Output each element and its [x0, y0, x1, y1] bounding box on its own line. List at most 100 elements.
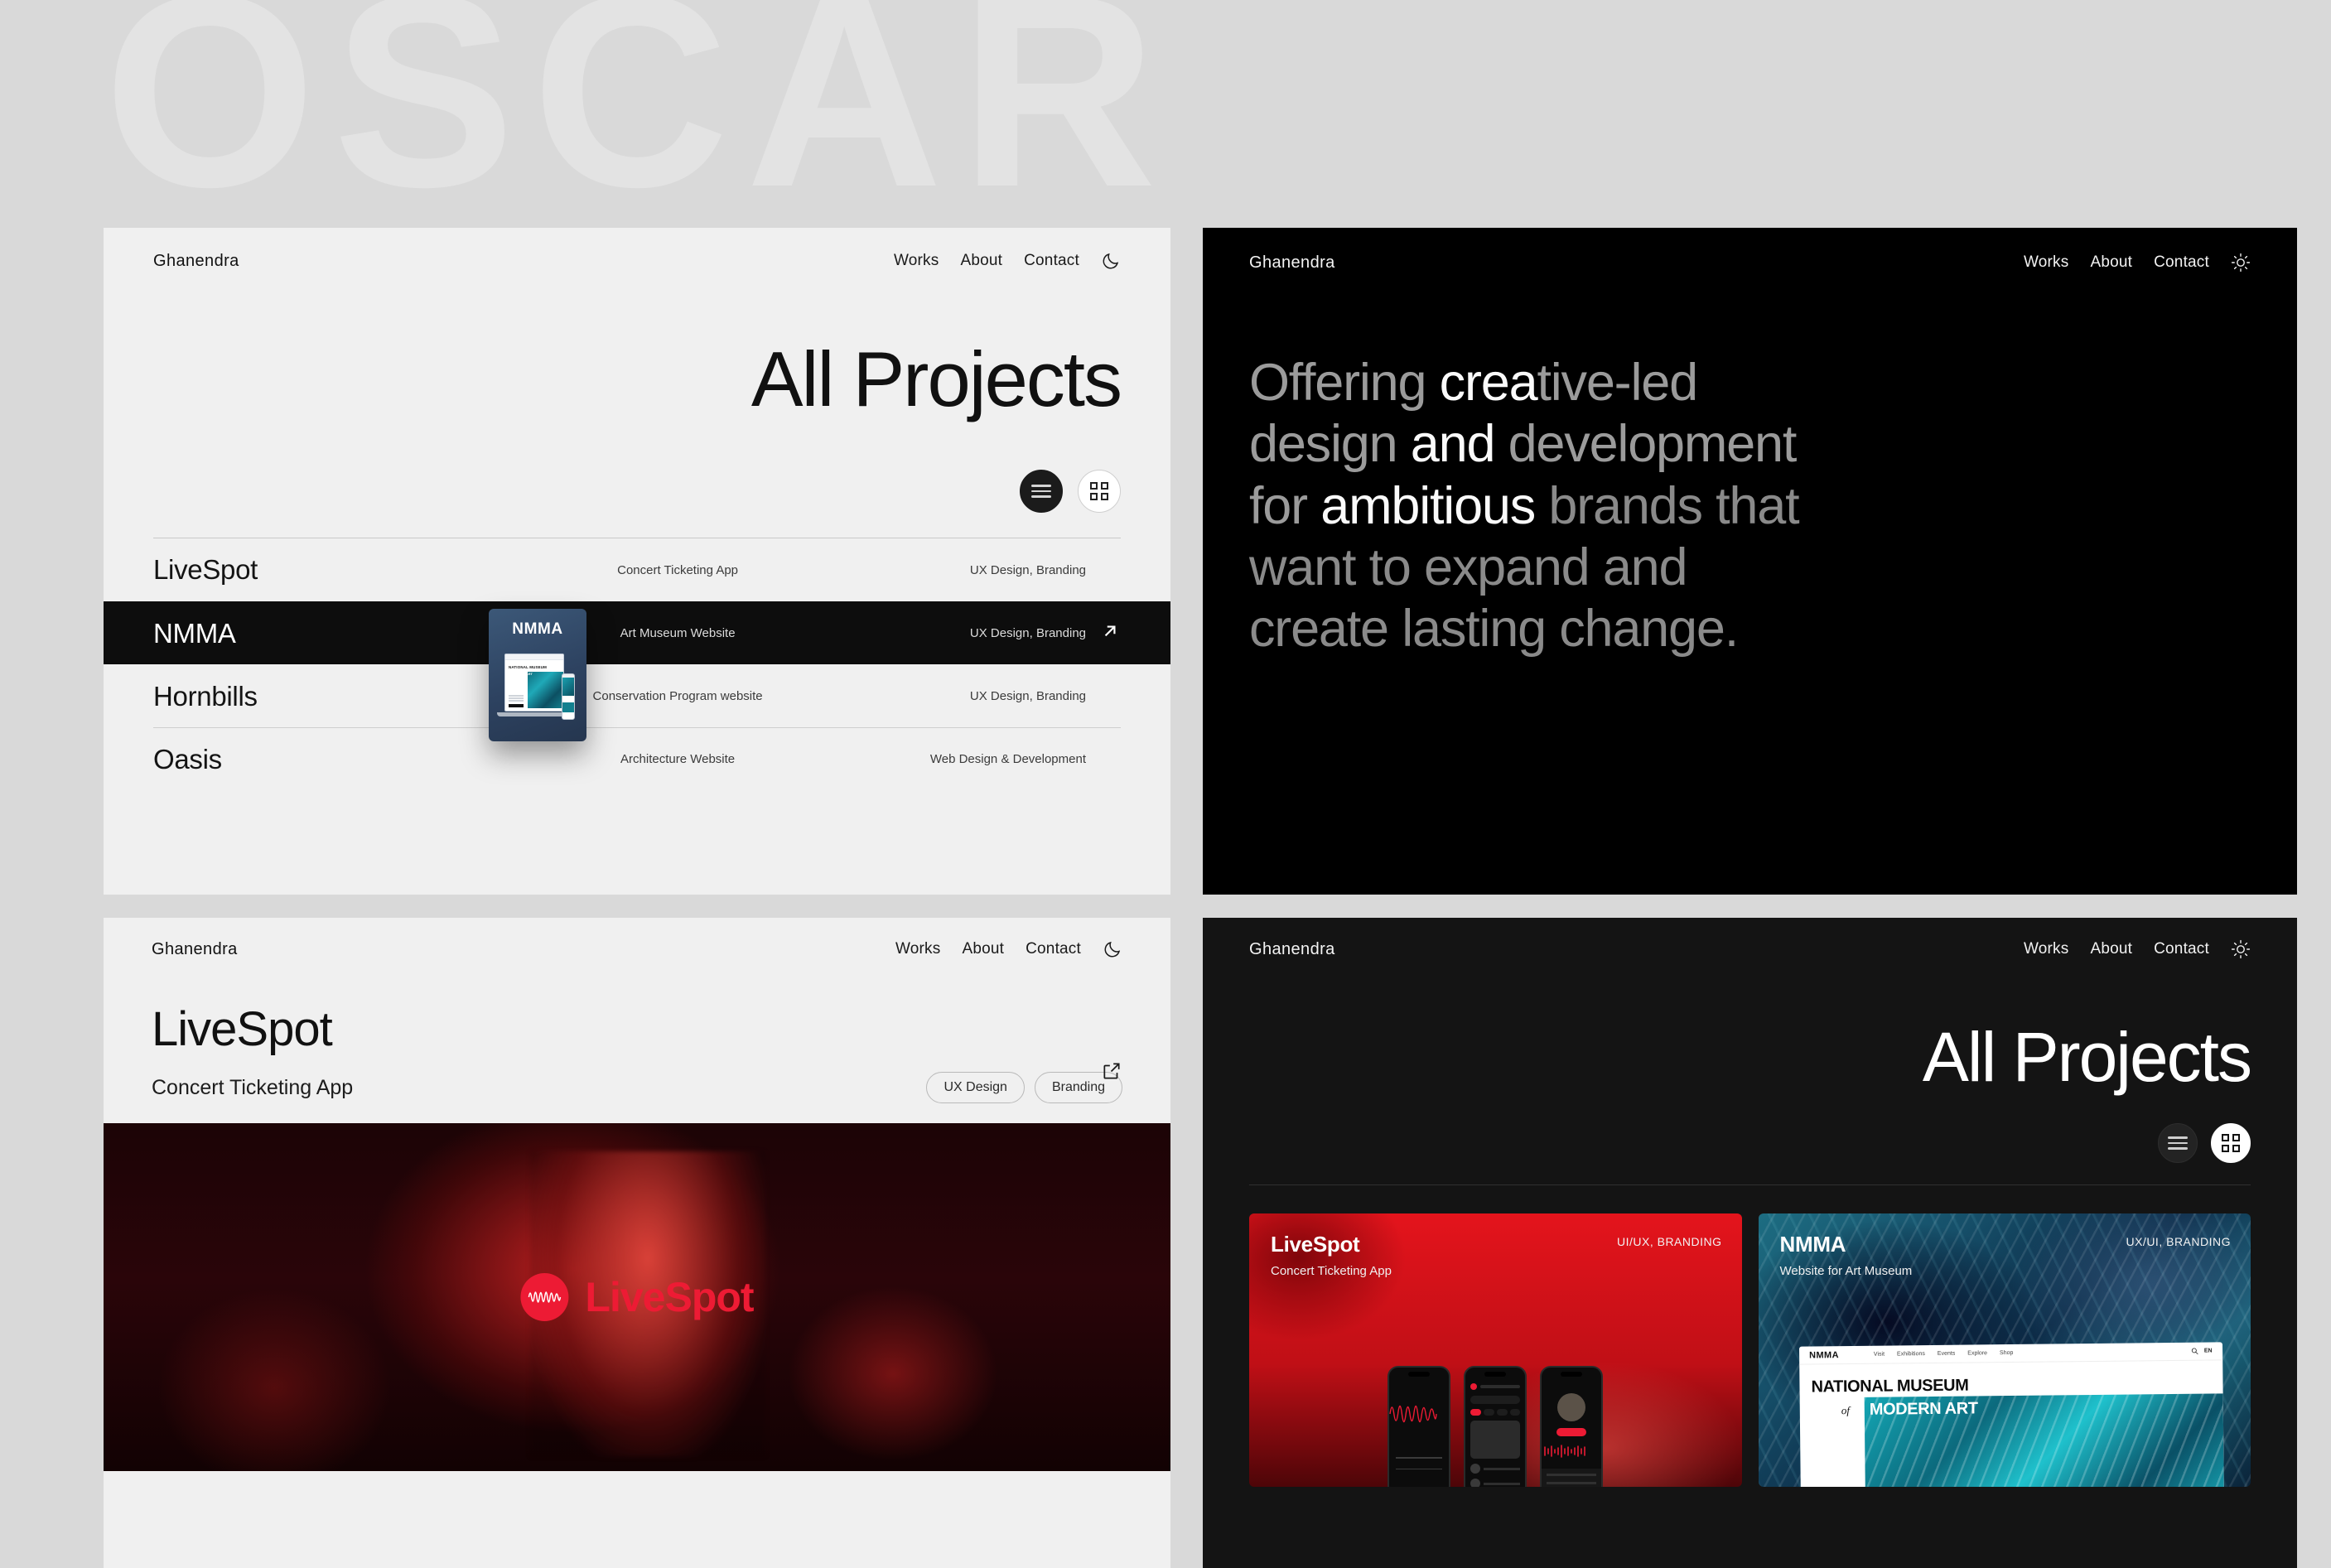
mock-browser-bar	[505, 654, 563, 660]
project-card-nmma[interactable]: NMMA Website for Art Museum UX/UI, BRAND…	[1758, 1213, 2251, 1487]
preview-title: NMMA	[512, 620, 563, 638]
nav-item-about[interactable]: About	[962, 940, 1004, 958]
project-name: Hornbills	[153, 680, 258, 712]
site-header-dark-1: Ghanendra Works About Contact	[1249, 253, 2251, 273]
nav-item-works[interactable]: Works	[894, 252, 939, 270]
preview-mockup: NATIONAL MUSEUM MODERN ART	[497, 654, 578, 733]
project-desc: Concert Ticketing App	[617, 562, 739, 577]
mock-nav-shop: Shop	[1999, 1349, 2013, 1357]
panel-all-projects-list: Ghanendra Works About Contact All Projec…	[104, 228, 1170, 895]
hero-w5: and	[1410, 415, 1508, 474]
nav-item-works[interactable]: Works	[2024, 253, 2068, 272]
table-row[interactable]: NMMA Art Museum Website UX Design, Brand…	[104, 601, 1170, 664]
brand-logo[interactable]: Ghanendra	[1249, 940, 1335, 959]
site-header-dark-2: Ghanendra Works About Contact	[1249, 939, 2251, 959]
project-tags: UX Design, Branding	[969, 562, 1086, 577]
project-desc: Architecture Website	[620, 752, 736, 766]
mock-subheading: MODERN ART	[1869, 1399, 1978, 1419]
panel-project-detail: Ghanendra Works About Contact LiveSpot C…	[104, 918, 1170, 1568]
project-list: LiveSpot Concert Ticketing App UX Design…	[104, 538, 1170, 790]
brand-logo[interactable]: Ghanendra	[1249, 253, 1335, 273]
sun-icon[interactable]	[2231, 253, 2251, 273]
main-nav: Works About Contact	[895, 939, 1122, 959]
mock-heading: NATIONAL MUSEUM	[1810, 1376, 1969, 1397]
livespot-logo: LiveSpot	[520, 1273, 755, 1321]
brand-logo[interactable]: Ghanendra	[152, 940, 238, 959]
nav-item-contact[interactable]: Contact	[1024, 252, 1079, 270]
project-tags: UX Design, Branding	[969, 689, 1086, 703]
status-badge[interactable]: UX Design	[926, 1072, 1025, 1103]
hero-w3: tive-led	[1537, 354, 1698, 412]
hero-w6: development	[1508, 415, 1798, 474]
main-nav: Works About Contact	[894, 251, 1121, 271]
phone-mockup-group	[1249, 1366, 1742, 1487]
phone-mockup-discover	[1464, 1366, 1527, 1487]
livespot-wordmark: LiveSpot	[585, 1274, 754, 1320]
hero-w7: for	[1249, 476, 1321, 535]
phone-mockup	[562, 673, 575, 720]
hero-w10: want to expand and	[1249, 538, 1688, 596]
project-name: Oasis	[153, 743, 222, 774]
moon-icon[interactable]	[1101, 251, 1121, 271]
brand-logo[interactable]: Ghanendra	[153, 252, 239, 271]
mock-of-word: of	[1841, 1404, 1850, 1417]
nav-item-contact[interactable]: Contact	[2154, 940, 2209, 958]
project-tags: UX Design, Branding	[969, 626, 1086, 640]
mock-heading: NATIONAL MUSEUM	[509, 665, 548, 669]
grid-view-toggle[interactable]	[1078, 470, 1121, 513]
arrow-up-right-icon	[1099, 620, 1121, 646]
project-hover-preview-card: NMMA NATIONAL MUSEUM MODERN ART	[489, 609, 586, 741]
mock-subheading: MODERN ART	[510, 672, 533, 676]
mock-text-lines	[509, 695, 524, 707]
grid-icon	[2222, 1134, 2240, 1152]
nav-item-contact[interactable]: Contact	[2154, 253, 2209, 272]
background-watermark: OSCAR	[104, 0, 1174, 244]
hero-statement: Offering creative-led design and develop…	[1249, 352, 2061, 660]
grid-icon	[1090, 482, 1108, 500]
list-view-toggle[interactable]	[1020, 470, 1063, 513]
phone-mockup-login	[1388, 1366, 1451, 1487]
main-nav: Works About Contact	[2024, 939, 2251, 959]
project-subtitle: Concert Ticketing App	[152, 1075, 354, 1099]
page-title: All Projects	[1922, 1018, 2252, 1096]
nav-item-about[interactable]: About	[2090, 253, 2132, 272]
card-title: NMMA	[1779, 1232, 1846, 1257]
project-name: NMMA	[153, 617, 236, 649]
grid-view-toggle[interactable]	[2211, 1123, 2251, 1163]
card-title: LiveSpot	[1271, 1232, 1360, 1257]
nav-item-about[interactable]: About	[2090, 940, 2132, 958]
mock-logo: NMMA	[1808, 1349, 1839, 1361]
mock-nav-explore: Explore	[1967, 1350, 1987, 1357]
site-header-light-1: Ghanendra Works About Contact	[153, 251, 1121, 271]
list-view-toggle[interactable]	[2158, 1123, 2198, 1163]
nav-item-about[interactable]: About	[960, 252, 1002, 270]
table-row[interactable]: Oasis Architecture Website Web Design & …	[153, 727, 1121, 790]
card-tag: UI/UX, BRANDING	[1616, 1235, 1722, 1248]
project-card-grid: LiveSpot Concert Ticketing App UI/UX, BR…	[1203, 1185, 2297, 1487]
nav-item-works[interactable]: Works	[895, 940, 940, 958]
card-subtitle: Website for Art Museum	[1779, 1264, 1913, 1278]
view-toggle-group	[1203, 1123, 2297, 1163]
external-link-icon[interactable]	[1101, 1060, 1122, 1082]
project-title: LiveSpot	[152, 1002, 333, 1056]
project-card-livespot[interactable]: LiveSpot Concert Ticketing App UI/UX, BR…	[1249, 1213, 1742, 1487]
project-name: LiveSpot	[153, 554, 258, 585]
search-icon	[2191, 1348, 2198, 1355]
hero-w1: Offering	[1249, 354, 1440, 412]
list-icon	[2168, 1136, 2188, 1150]
hero-w8: ambitious	[1320, 476, 1549, 535]
nav-item-works[interactable]: Works	[2024, 940, 2068, 958]
mock-language: EN	[2203, 1348, 2213, 1354]
laptop-base	[497, 712, 572, 716]
project-tags: Web Design & Development	[929, 752, 1086, 766]
main-nav: Works About Contact	[2024, 253, 2251, 273]
page-title: All Projects	[750, 335, 1122, 422]
table-row[interactable]: LiveSpot Concert Ticketing App UX Design…	[153, 538, 1121, 601]
table-row[interactable]: Hornbills Conservation Program website U…	[153, 664, 1121, 727]
project-hero-image: LiveSpot	[104, 1123, 1170, 1471]
card-tag: UX/UI, BRANDING	[2126, 1235, 2231, 1248]
moon-icon[interactable]	[1103, 939, 1122, 959]
nav-item-contact[interactable]: Contact	[1026, 940, 1081, 958]
panel-all-projects-grid: Ghanendra Works About Contact All Projec…	[1203, 918, 2297, 1568]
sun-icon[interactable]	[2231, 939, 2251, 959]
